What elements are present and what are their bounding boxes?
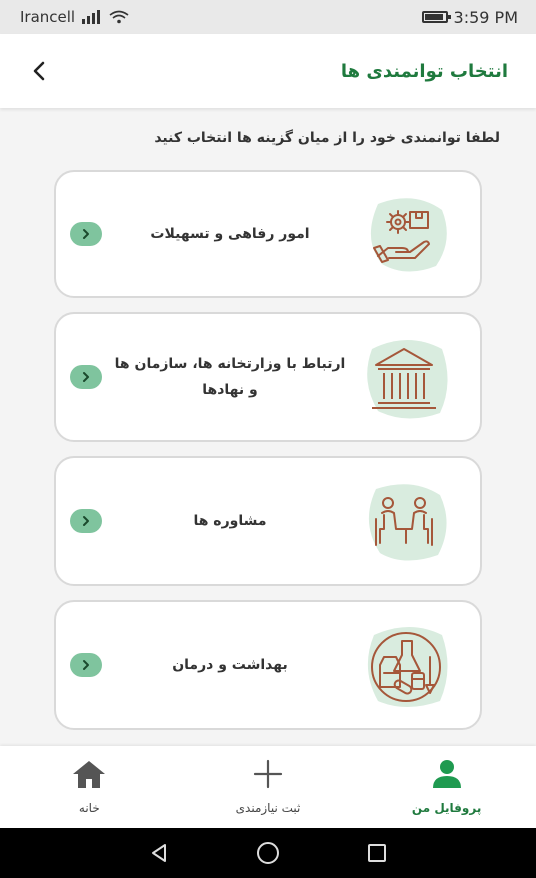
chevron-left-icon [33, 61, 45, 81]
option-card-welfare[interactable]: امور رفاهی و تسهیلات [54, 170, 482, 298]
gear-hand-icon [358, 186, 454, 282]
status-bar: Irancell 3:59 PM [0, 0, 536, 34]
option-card-ministries[interactable]: ارتباط با وزارتخانه ها، سازمان ها و نهاد… [54, 312, 482, 442]
option-label: ارتباط با وزارتخانه ها، سازمان ها و نهاد… [114, 356, 346, 398]
consultation-icon [358, 473, 454, 569]
wifi-icon [109, 10, 129, 24]
home-circle-icon[interactable] [256, 841, 280, 865]
status-left: Irancell [20, 8, 129, 26]
battery-icon [421, 11, 451, 23]
status-right: 3:59 PM [421, 7, 518, 27]
chevron-right-icon [83, 229, 89, 239]
app-bar: انتخاب توانمندی ها [0, 34, 536, 108]
chevron-right-icon [83, 516, 89, 526]
chevron-right-icon [83, 372, 89, 382]
option-label: بهداشت و درمان [172, 657, 288, 673]
option-arrow-button[interactable] [70, 653, 102, 677]
nav-label-my-profile: پروفایل من [411, 801, 482, 815]
signal-icon [82, 10, 101, 24]
back-button[interactable] [24, 56, 54, 86]
option-arrow-button[interactable] [70, 222, 102, 246]
nav-item-my-profile[interactable]: پروفایل من [377, 759, 517, 815]
option-arrow-button[interactable] [70, 365, 102, 389]
plus-icon [253, 759, 283, 789]
nav-item-register-need[interactable]: ثبت نیازمندی [198, 759, 338, 815]
home-icon [73, 761, 106, 788]
option-label: امور رفاهی و تسهیلات [150, 226, 310, 242]
option-label: مشاوره ها [193, 513, 267, 529]
option-card-health[interactable]: بهداشت و درمان [54, 600, 482, 730]
nav-item-home[interactable]: خانه [19, 759, 159, 815]
option-card-consultation[interactable]: مشاوره ها [54, 456, 482, 586]
status-time: 3:59 PM [453, 7, 518, 27]
system-nav-bar [0, 828, 536, 878]
chevron-right-icon [83, 660, 89, 670]
medicine-icon [358, 617, 454, 713]
recents-square-icon[interactable] [366, 842, 388, 864]
main-content: لطفا توانمندی خود را از میان گزینه ها ان… [0, 108, 536, 746]
back-triangle-icon[interactable] [148, 842, 170, 864]
nav-label-home: خانه [78, 801, 100, 815]
page-title: انتخاب توانمندی ها [340, 60, 508, 82]
carrier-name: Irancell [20, 8, 76, 26]
nav-label-register-need: ثبت نیازمندی [235, 801, 301, 815]
person-icon [432, 760, 461, 788]
building-icon [358, 329, 454, 425]
instruction-text: لطفا توانمندی خود را از میان گزینه ها ان… [154, 130, 500, 146]
option-arrow-button[interactable] [70, 509, 102, 533]
bottom-nav: خانه ثبت نیازمندی پروفایل من [0, 746, 536, 828]
